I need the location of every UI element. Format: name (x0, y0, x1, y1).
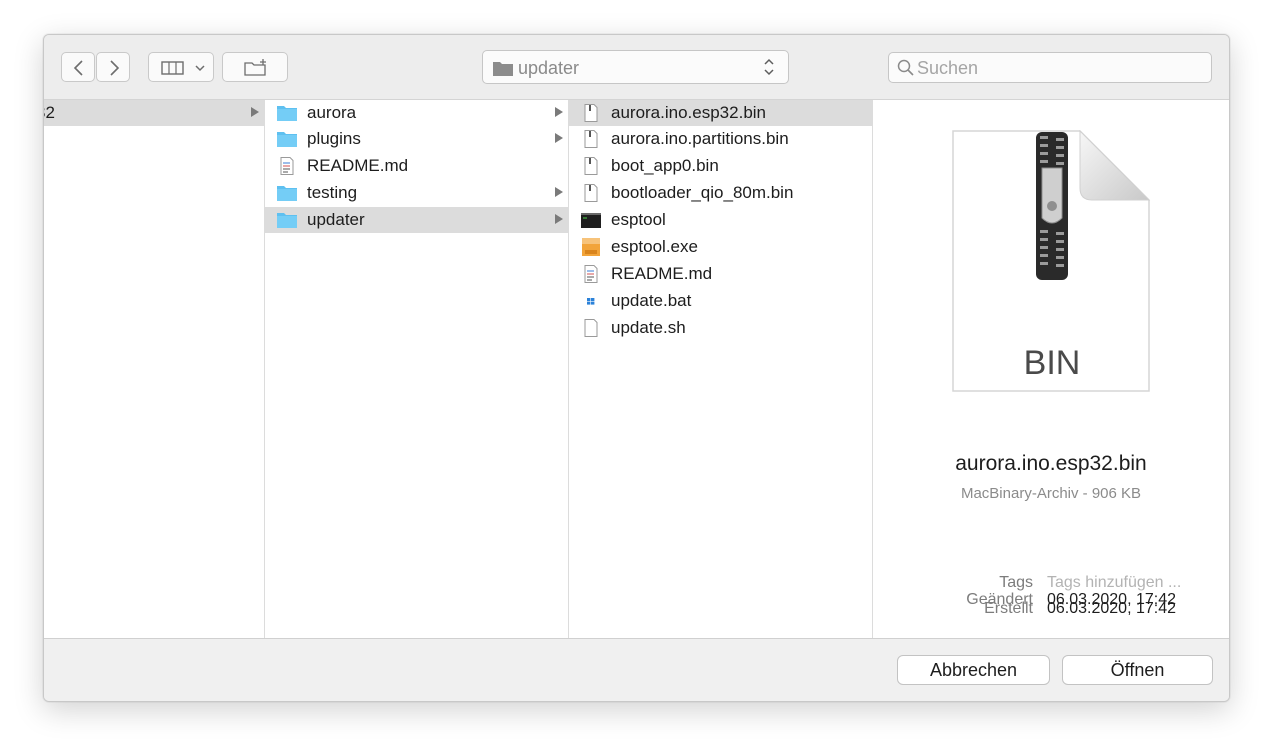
text-file-icon (280, 157, 294, 175)
windows-batch-icon (587, 298, 595, 305)
list-item[interactable]: esptool (569, 207, 872, 233)
view-mode-button[interactable] (148, 52, 214, 82)
search-placeholder: Suchen (917, 58, 979, 78)
disclosure-arrow-icon (555, 187, 563, 197)
folder-icon (493, 62, 513, 76)
file-type-label: BIN (1024, 344, 1081, 382)
list-item[interactable]: aurora.ino.partitions.bin (569, 126, 872, 152)
dialog-footer: Abbrechen Öffnen (44, 639, 1229, 701)
list-item-label: aurora (307, 103, 357, 122)
disclosure-arrow-icon (555, 133, 563, 143)
list-item-label: esptool (611, 210, 666, 229)
list-item-aurora[interactable]: aurora (265, 100, 568, 126)
list-item-label: esptool.exe (611, 237, 698, 256)
folder-icon (277, 213, 297, 228)
chevron-left-icon (73, 60, 83, 76)
list-item-label: README.md (307, 156, 409, 175)
column-2: aurora plugins README.md testing updater (265, 100, 569, 638)
list-item-label: aurora.ino.esp32.bin (611, 103, 767, 122)
list-item[interactable]: aurora.ino.esp32.bin (569, 100, 872, 126)
archive-file-icon (584, 104, 598, 122)
list-item[interactable]: bootloader_qio_80m.bin (569, 180, 872, 206)
archive-file-icon (584, 184, 598, 202)
list-item-testing[interactable]: testing (265, 180, 568, 206)
disclosure-arrow-icon (251, 107, 259, 117)
list-item-plugins[interactable]: plugins (265, 126, 568, 152)
folder-icon (277, 106, 297, 121)
tags-label: Tags (999, 574, 1033, 591)
list-item-label: plugins (307, 129, 361, 148)
column-1: 32 (44, 100, 265, 638)
toolbar: updater Suchen (44, 35, 1229, 100)
list-item-label: update.bat (611, 291, 692, 310)
zip-archive-document-icon: BIN (952, 130, 1151, 392)
preview-file-name: aurora.ino.esp32.bin (955, 452, 1147, 475)
search-input[interactable]: Suchen (888, 52, 1212, 83)
column-view-icon (161, 61, 184, 75)
open-file-dialog: updater Suchen 32 auro (43, 34, 1230, 702)
open-button[interactable]: Öffnen (1062, 655, 1213, 685)
list-item[interactable]: esptool.exe (569, 234, 872, 260)
back-button[interactable] (61, 52, 95, 82)
up-down-arrows-icon (764, 58, 774, 76)
list-item-readme[interactable]: README.md (265, 153, 568, 179)
exe-file-icon (582, 238, 600, 256)
list-item[interactable]: update.sh (569, 315, 872, 341)
forward-button[interactable] (96, 52, 130, 82)
cancel-button[interactable]: Abbrechen (897, 655, 1050, 685)
list-item-label: bootloader_qio_80m.bin (611, 183, 794, 202)
tags-field[interactable]: Tags hinzufügen ... (1047, 574, 1181, 592)
list-item[interactable]: 32 (44, 100, 264, 126)
list-item[interactable]: README.md (569, 261, 872, 287)
folder-icon (277, 186, 297, 201)
list-item-label: updater (307, 210, 365, 229)
modified-label: Geändert (966, 591, 1033, 608)
list-item-label: update.sh (611, 318, 686, 337)
list-item-label: 32 (44, 103, 55, 122)
column-browser: 32 aurora plugins README.md testi (44, 100, 1229, 639)
search-icon (897, 59, 914, 76)
disclosure-arrow-icon (555, 107, 563, 117)
modified-value: 06.03.2020, 17:42 (1047, 591, 1177, 608)
list-item-label: aurora.ino.partitions.bin (611, 129, 789, 148)
folder-icon (277, 132, 297, 147)
preview-file-kind: MacBinary-Archiv - 906 KB (960, 485, 1142, 502)
blank-file-icon (584, 319, 598, 337)
list-item-label: testing (307, 183, 358, 202)
path-popup[interactable]: updater (482, 50, 789, 84)
new-folder-icon (244, 59, 266, 76)
chevron-right-icon (110, 60, 120, 76)
preview-pane: BIN aurora.ino.esp32.bin MacBinary-Archi… (873, 100, 1229, 638)
path-popup-label: updater (518, 58, 580, 78)
archive-file-icon (584, 130, 598, 148)
list-item[interactable]: update.bat (569, 288, 872, 314)
archive-file-icon (584, 157, 598, 175)
new-folder-button[interactable] (222, 52, 288, 82)
column-3: aurora.ino.esp32.bin aurora.ino.partitio… (569, 100, 873, 638)
list-item-label: boot_app0.bin (611, 156, 719, 175)
list-item[interactable]: boot_app0.bin (569, 153, 872, 179)
terminal-exec-icon (581, 213, 601, 228)
list-item-label: README.md (611, 264, 713, 283)
disclosure-arrow-icon (555, 214, 563, 224)
chevron-down-icon (195, 65, 205, 72)
list-item-updater[interactable]: updater (265, 207, 568, 233)
text-file-icon (584, 265, 598, 283)
